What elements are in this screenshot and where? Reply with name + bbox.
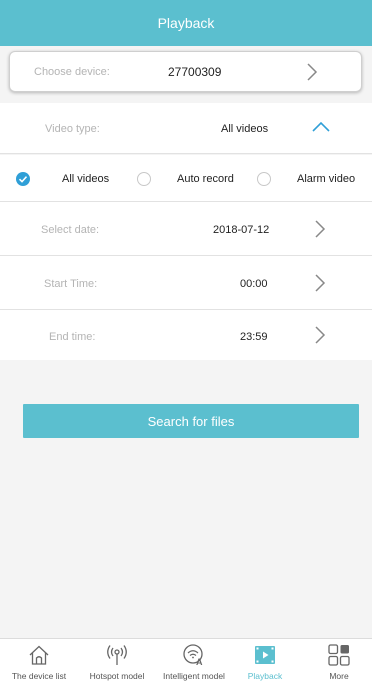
tab-label: The device list <box>11 671 67 681</box>
tab-playback[interactable]: Playback <box>232 639 298 684</box>
end-time-label: End time: <box>49 331 96 343</box>
tab-label: Intelligent model <box>163 671 225 681</box>
device-value: 27700309 <box>168 65 222 79</box>
option-auto-record[interactable]: Auto record <box>177 173 234 185</box>
page-title: Playback <box>157 15 215 31</box>
tab-more[interactable]: More <box>306 639 372 684</box>
start-time-label: Start Time: <box>44 278 98 290</box>
chevron-right-icon <box>312 219 328 239</box>
svg-text:A: A <box>196 657 203 667</box>
radio-auto-record[interactable] <box>137 172 151 186</box>
search-files-button[interactable]: Search for files <box>23 404 359 438</box>
chevron-right-icon <box>304 62 320 82</box>
home-icon <box>27 643 51 667</box>
tab-intelligent-model[interactable]: A Intelligent model <box>156 639 232 684</box>
tab-label: Hotspot model <box>89 671 145 681</box>
choose-device-row[interactable]: Choose device: 27700309 <box>9 51 362 92</box>
video-type-row[interactable]: Video type: All videos <box>0 103 372 153</box>
device-label: Choose device: <box>34 66 110 78</box>
chevron-up-icon[interactable] <box>311 120 331 134</box>
chevron-right-icon <box>312 325 328 345</box>
start-time-value: 00:00 <box>240 278 268 290</box>
tab-hotspot-model[interactable]: Hotspot model <box>78 639 156 684</box>
hotspot-icon <box>105 643 129 667</box>
video-type-label: Video type: <box>45 123 100 135</box>
wifi-a-icon: A <box>182 643 206 667</box>
tab-label: Playback <box>247 671 283 681</box>
tab-label: More <box>329 671 349 681</box>
end-time-row[interactable]: End time: 23:59 <box>0 310 372 360</box>
playback-icon <box>253 643 277 667</box>
select-date-label: Select date: <box>41 224 100 236</box>
radio-all-videos[interactable] <box>16 172 30 186</box>
select-date-row[interactable]: Select date: 2018-07-12 <box>0 202 372 255</box>
option-all-videos[interactable]: All videos <box>62 173 109 185</box>
end-time-value: 23:59 <box>240 331 268 343</box>
video-type-value: All videos <box>221 123 269 135</box>
start-time-row[interactable]: Start Time: 00:00 <box>0 256 372 309</box>
tab-device-list[interactable]: The device list <box>0 639 78 684</box>
video-type-options: All videos Auto record Alarm video <box>0 155 372 201</box>
search-files-label: Search for files <box>147 413 235 429</box>
radio-alarm-video[interactable] <box>257 172 271 186</box>
divider <box>0 153 372 154</box>
option-alarm-video[interactable]: Alarm video <box>297 173 355 185</box>
select-date-value: 2018-07-12 <box>213 224 270 236</box>
grid-icon <box>327 643 351 667</box>
bottom-tab-bar: The device list Hotspot model A Intellig… <box>0 638 372 684</box>
chevron-right-icon <box>312 273 328 293</box>
header-bar: Playback <box>0 0 372 46</box>
